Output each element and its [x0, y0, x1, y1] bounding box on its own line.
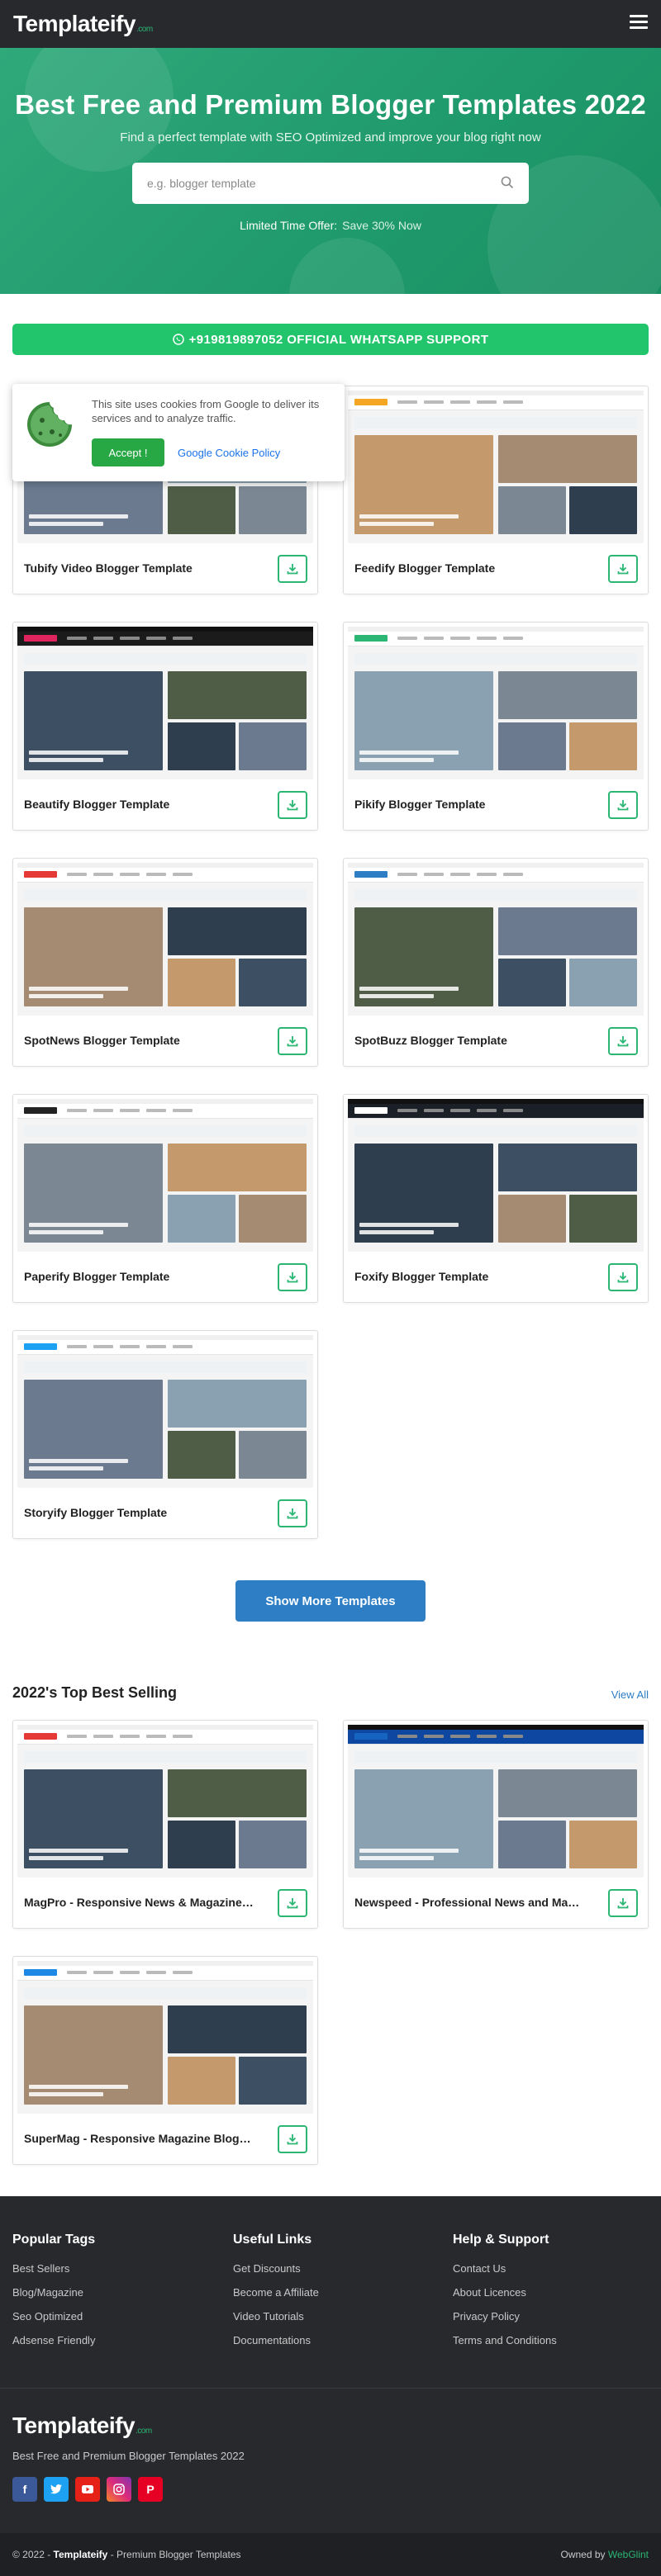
footer-col-useful-links: Useful Links Get Discounts Become a Affi…: [233, 2233, 319, 2358]
template-card[interactable]: Foxify Blogger Template: [343, 1094, 649, 1303]
template-title[interactable]: Storyify Blogger Template: [24, 1506, 255, 1519]
footer-link[interactable]: Terms and Conditions: [453, 2334, 557, 2346]
whatsapp-support-button[interactable]: +919819897052 OFFICIAL WHATSAPP SUPPORT: [12, 324, 649, 355]
show-more-button[interactable]: Show More Templates: [235, 1580, 426, 1622]
best-selling-card[interactable]: Newspeed - Professional News and Magazin…: [343, 1720, 649, 1929]
download-icon[interactable]: [278, 2125, 307, 2153]
template-card[interactable]: Beautify Blogger Template: [12, 622, 318, 831]
template-card[interactable]: SpotNews Blogger Template: [12, 858, 318, 1067]
footer-link[interactable]: Adsense Friendly: [12, 2334, 95, 2346]
template-title[interactable]: SpotBuzz Blogger Template: [354, 1034, 586, 1047]
hamburger-menu-icon[interactable]: [630, 15, 648, 30]
site-logo[interactable]: Templateify.com: [13, 11, 153, 37]
footer-logo[interactable]: Templateify.com: [12, 2413, 152, 2439]
copyright-text: © 2022 - Templateify - Premium Blogger T…: [12, 2549, 241, 2560]
template-preview-image[interactable]: [348, 1725, 644, 1878]
top-navbar: Templateify.com: [0, 0, 661, 48]
template-preview-image[interactable]: [348, 863, 644, 1016]
template-title[interactable]: Beautify Blogger Template: [24, 798, 255, 811]
footer-link[interactable]: Privacy Policy: [453, 2310, 557, 2323]
offer-line: Limited Time Offer: Save 30% Now: [240, 219, 421, 232]
footer: Popular Tags Best Sellers Blog/Magazine …: [0, 2196, 661, 2576]
twitter-icon[interactable]: [44, 2477, 69, 2502]
template-preview-image[interactable]: [348, 391, 644, 543]
template-preview-image[interactable]: [348, 627, 644, 779]
cookie-icon: [27, 402, 72, 447]
pinterest-icon[interactable]: P: [138, 2477, 163, 2502]
best-selling-card[interactable]: SuperMag - Responsive Magazine Blogger T…: [12, 1956, 318, 2165]
template-card[interactable]: Paperify Blogger Template: [12, 1094, 318, 1303]
hero-subtitle: Find a perfect template with SEO Optimiz…: [120, 130, 541, 144]
footer-heading: Useful Links: [233, 2233, 312, 2247]
footer-col-popular-tags: Popular Tags Best Sellers Blog/Magazine …: [12, 2233, 95, 2358]
template-card[interactable]: SpotBuzz Blogger Template: [343, 858, 649, 1067]
whatsapp-icon: [172, 334, 184, 345]
view-all-link[interactable]: View All: [611, 1688, 649, 1701]
copyright-bar: © 2022 - Templateify - Premium Blogger T…: [0, 2533, 661, 2576]
download-icon[interactable]: [608, 1027, 638, 1055]
footer-link[interactable]: Get Discounts: [233, 2262, 319, 2275]
template-preview-image[interactable]: [348, 1099, 644, 1252]
footer-heading: Popular Tags: [12, 2233, 96, 2247]
footer-link[interactable]: Contact Us: [453, 2262, 557, 2275]
hero-title: Best Free and Premium Blogger Templates …: [15, 89, 646, 120]
instagram-icon[interactable]: [107, 2477, 131, 2502]
template-title[interactable]: SpotNews Blogger Template: [24, 1034, 255, 1047]
facebook-icon[interactable]: f: [12, 2477, 37, 2502]
download-icon[interactable]: [278, 1889, 307, 1917]
footer-link[interactable]: About Licences: [453, 2286, 557, 2299]
template-card[interactable]: Storyify Blogger Template: [12, 1330, 318, 1539]
template-preview-image[interactable]: [17, 1961, 313, 2114]
footer-link[interactable]: Seo Optimized: [12, 2310, 95, 2323]
template-preview-image[interactable]: [17, 1099, 313, 1252]
template-title[interactable]: SuperMag - Responsive Magazine Blogger T…: [24, 2132, 255, 2145]
footer-link[interactable]: Documentations: [233, 2334, 319, 2346]
template-preview-image[interactable]: [17, 863, 313, 1016]
download-icon[interactable]: [608, 1263, 638, 1291]
best-selling-heading: 2022's Top Best Selling: [12, 1684, 178, 1701]
download-icon[interactable]: [278, 1263, 307, 1291]
download-icon[interactable]: [278, 791, 307, 819]
template-preview-image[interactable]: [17, 627, 313, 779]
cookie-accept-button[interactable]: Accept !: [92, 438, 164, 466]
footer-link[interactable]: Blog/Magazine: [12, 2286, 95, 2299]
template-card[interactable]: Pikify Blogger Template: [343, 622, 649, 831]
hero-section: Best Free and Premium Blogger Templates …: [0, 48, 661, 294]
youtube-icon[interactable]: [75, 2477, 100, 2502]
template-title[interactable]: Tubify Video Blogger Template: [24, 561, 255, 575]
search-icon[interactable]: [501, 176, 514, 189]
template-title[interactable]: Newspeed - Professional News and Magazin…: [354, 1896, 586, 1909]
download-icon[interactable]: [278, 1027, 307, 1055]
best-selling-card[interactable]: MagPro - Responsive News & Magazine Blog…: [12, 1720, 318, 1929]
template-card[interactable]: Feedify Blogger Template: [343, 386, 649, 594]
download-icon[interactable]: [608, 555, 638, 583]
download-icon[interactable]: [278, 555, 307, 583]
template-title[interactable]: Feedify Blogger Template: [354, 561, 586, 575]
footer-tagline: Best Free and Premium Blogger Templates …: [12, 2450, 245, 2462]
search-input[interactable]: e.g. blogger template: [132, 163, 529, 204]
footer-col-help-support: Help & Support Contact Us About Licences…: [453, 2233, 557, 2358]
template-title[interactable]: Paperify Blogger Template: [24, 1270, 255, 1283]
template-title[interactable]: Pikify Blogger Template: [354, 798, 586, 811]
footer-heading: Help & Support: [453, 2233, 549, 2247]
footer-link[interactable]: Best Sellers: [12, 2262, 95, 2275]
cookie-banner: This site uses cookies from Google to de…: [12, 384, 345, 481]
footer-link[interactable]: Become a Affiliate: [233, 2286, 319, 2299]
social-links: f P: [12, 2477, 163, 2502]
template-title[interactable]: Foxify Blogger Template: [354, 1270, 586, 1283]
template-title[interactable]: MagPro - Responsive News & Magazine Blog…: [24, 1896, 255, 1909]
download-icon[interactable]: [608, 1889, 638, 1917]
owner-credit: Owned by WebGlint: [560, 2549, 649, 2560]
owner-link[interactable]: WebGlint: [608, 2549, 649, 2560]
footer-divider: [0, 2388, 661, 2389]
download-icon[interactable]: [278, 1499, 307, 1527]
cookie-policy-link[interactable]: Google Cookie Policy: [178, 447, 280, 459]
template-preview-image[interactable]: [17, 1335, 313, 1488]
template-preview-image[interactable]: [17, 1725, 313, 1878]
cookie-text: This site uses cookies from Google to de…: [92, 398, 320, 424]
download-icon[interactable]: [608, 791, 638, 819]
footer-link[interactable]: Video Tutorials: [233, 2310, 319, 2323]
